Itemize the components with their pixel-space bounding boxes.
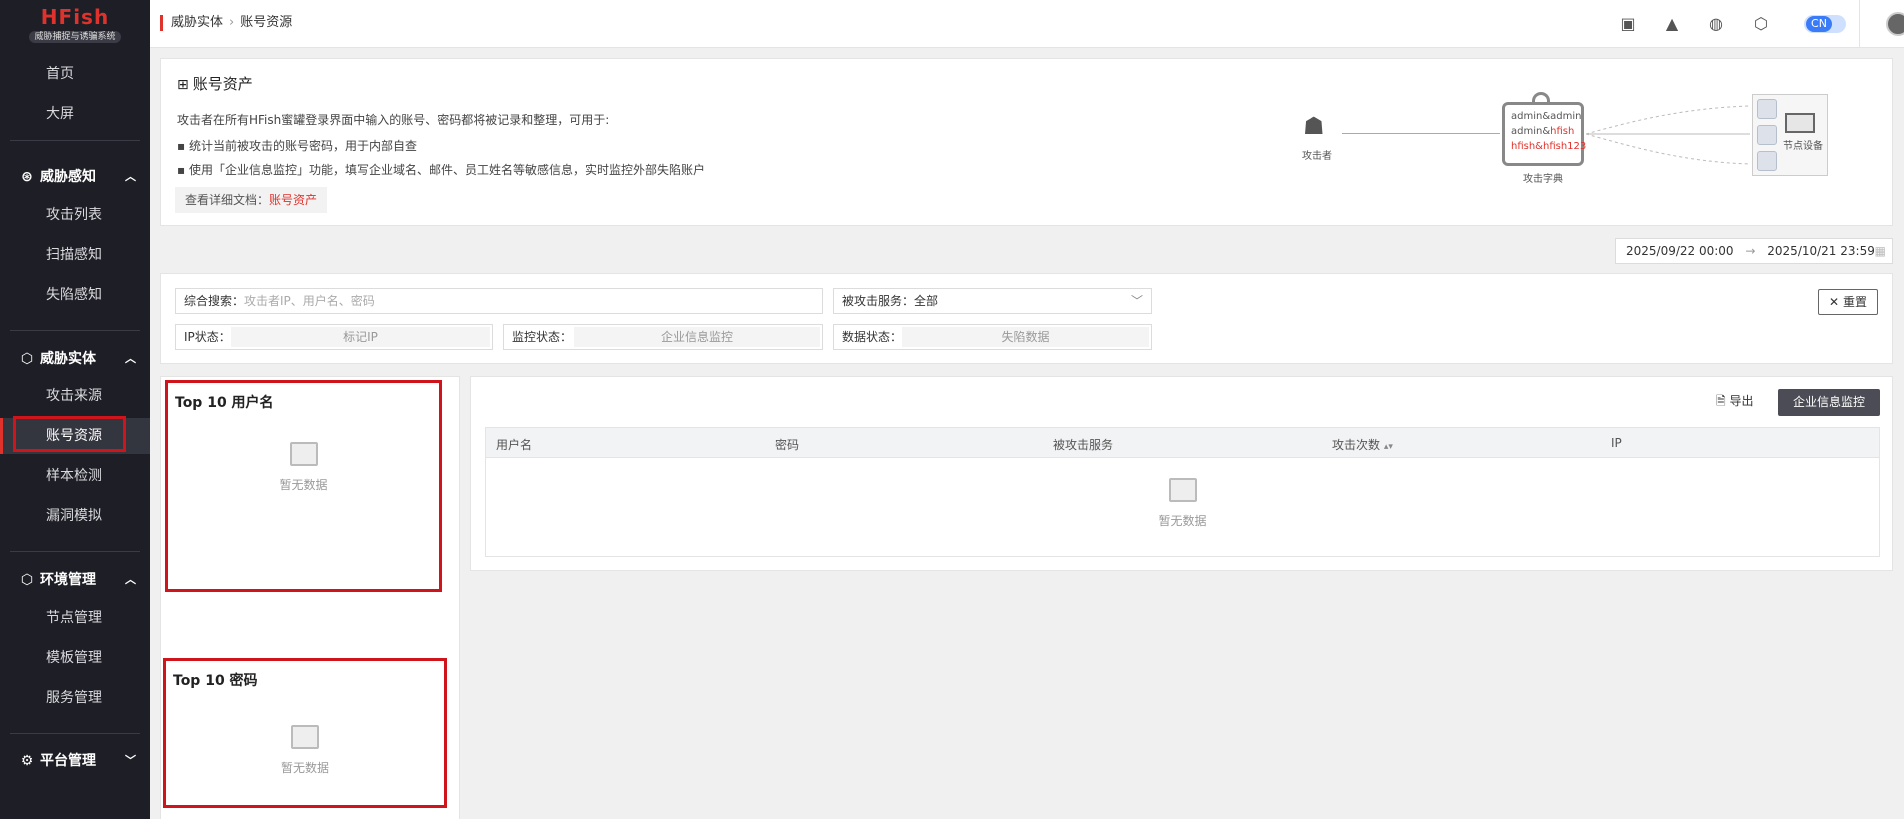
nav-group-threat-perception[interactable]: ⊛ 威胁感知 ︿ [0,159,150,195]
column-attack-count[interactable]: 攻击次数 ▴▾ [1332,436,1393,453]
highlight-box [165,380,442,592]
export-icon: 🗎 [1716,394,1726,408]
avatar[interactable] [1886,12,1904,36]
nav-attack-source[interactable]: 攻击来源 [0,378,150,414]
export-button[interactable]: 🗎 导出 [1716,392,1754,413]
filter-card [160,273,1893,364]
connection-line [1342,133,1500,134]
service-select-value: 全部 [914,294,939,308]
column-service: 被攻击服务 [1053,438,1114,452]
monitor-status-filter[interactable]: 监控状态： 企业信息监控 [503,324,823,350]
nav-group-threat-entity[interactable]: ⬡ 威胁实体 ︿ [0,341,150,377]
nav-sample-detection[interactable]: 样本检测 [0,458,150,494]
table-header: 用户名 密码 被攻击服务 攻击次数 ▴▾ IP [486,428,1879,458]
nav-group-env-management[interactable]: ⬡ 环境管理 ︿ [0,562,150,598]
chevron-up-icon: ︿ [125,352,136,365]
attacker-icon: ☗ [1303,112,1325,140]
intro-title: ⊞ 账号资产 [177,75,253,93]
date-arrow: → [1745,244,1756,258]
wechat-icon[interactable]: ◍ [1705,13,1727,35]
nav-service-management[interactable]: 服务管理 [0,680,150,716]
divider [1859,0,1860,48]
divider [10,140,140,141]
doc-link[interactable]: 账号资产 [269,193,317,207]
search-input[interactable]: 综合搜索：攻击者IP、用户名、密码 [175,288,823,314]
account-table: 用户名 密码 被攻击服务 攻击次数 ▴▾ IP 暂无数据 [485,427,1880,557]
attacker-label: 攻击者 [1302,151,1332,162]
highlight-box [163,658,447,808]
doc-link-box: 查看详细文档：账号资产 [175,187,328,213]
shield-icon: ⬡ [20,572,34,588]
account-assets-icon: ⊞ [177,77,189,93]
node-device-group: 节点设备 [1752,94,1828,176]
nav-vuln-simulation[interactable]: 漏洞模拟 [0,498,150,534]
calendar-icon[interactable]: ▦ [1875,239,1886,263]
nav-attack-list[interactable]: 攻击列表 [0,197,150,233]
highlight-box [13,416,126,452]
hexagon-icon[interactable]: ⬡ [1750,13,1772,35]
node-label: 节点设备 [1783,141,1823,152]
intro-bullet: ▪ 统计当前被攻击的账号密码，用于内部自查 [177,139,417,153]
shield-icon: ⬡ [20,351,34,367]
node-icon [1757,125,1777,145]
chevron-down-icon: ﹀ [125,754,136,767]
nav-node-management[interactable]: 节点管理 [0,600,150,636]
language-toggle[interactable]: CN [1804,15,1846,33]
date-start[interactable]: 2025/09/22 00:00 [1626,244,1734,258]
monitor-icon [1785,113,1815,133]
chevron-up-icon: ︿ [125,170,136,183]
logo[interactable]: HFish 威胁捕捉与诱骗系统 [0,0,150,48]
attack-dictionary: admin&admin admin&hfish hfish&hfish123 [1502,102,1586,166]
connection-arrows [1586,105,1751,165]
dictionary-label: 攻击字典 [1523,174,1563,185]
breadcrumb-parent[interactable]: 威胁实体 [171,15,223,30]
date-range-picker[interactable]: 2025/09/22 00:00 → 2025/10/21 23:59 ▦ [1615,238,1893,264]
breadcrumb: 威胁实体 › 账号资源 [160,15,292,31]
empty-state: 暂无数据 [486,478,1879,529]
nav-screen[interactable]: 大屏 [0,96,150,132]
nav-compromise-perception[interactable]: 失陷感知 [0,277,150,313]
close-icon: ✕ [1829,295,1840,309]
sidebar: HFish 威胁捕捉与诱骗系统 首页 大屏 ⊛ 威胁感知 ︿ 攻击列表 扫描感知 失… [0,0,150,819]
reset-button[interactable]: ✕ 重置 [1818,289,1878,315]
breadcrumb-current: 账号资源 [240,15,293,30]
book-icon[interactable]: ▣ [1617,13,1639,35]
monitor-status-value[interactable]: 企业信息监控 [574,327,820,347]
intro-bullet: ▪ 使用「企业信息监控」功能，填写企业域名、邮件、员工姓名等敏感信息，实时监控外… [177,163,705,177]
column-username: 用户名 [496,438,533,452]
column-password: 密码 [775,438,800,452]
language-toggle-label: CN [1806,16,1832,32]
intro-description: 攻击者在所有HFish蜜罐登录界面中输入的账号、密码都将被记录和整理，可用于: [177,113,610,127]
logo-tagline: 威胁捕捉与诱骗系统 [29,31,121,43]
enterprise-monitor-button[interactable]: 企业信息监控 [1778,389,1880,416]
nav-template-management[interactable]: 模板管理 [0,640,150,676]
rocket-icon[interactable]: ▲ [1661,13,1683,35]
divider [10,330,140,331]
breadcrumb-separator: › [229,15,235,30]
ip-status-value[interactable]: 标记IP [231,327,490,347]
chevron-down-icon: ﹀ [1130,294,1143,308]
date-end[interactable]: 2025/10/21 23:59 [1767,244,1875,258]
search-placeholder: 攻击者IP、用户名、密码 [244,294,375,308]
topbar: 威胁实体 › 账号资源 ▣ ▲ ◍ ⬡ CN [150,0,1904,48]
radar-icon: ⊛ [21,169,33,185]
doc-label: 查看详细文档： [185,193,270,207]
nav-home[interactable]: 首页 [0,56,150,92]
node-icon [1757,151,1777,171]
divider [10,733,140,734]
sort-icon[interactable]: ▴▾ [1384,442,1393,452]
data-status-filter[interactable]: 数据状态： 失陷数据 [833,324,1152,350]
data-status-value[interactable]: 失陷数据 [902,327,1149,347]
nav-group-platform-management[interactable]: ⚙ 平台管理 ﹀ [0,743,150,779]
node-icon [1757,99,1777,119]
nav-scan-perception[interactable]: 扫描感知 [0,237,150,273]
empty-icon [1168,478,1197,502]
gear-icon: ⚙ [20,753,34,769]
service-select[interactable]: 被攻击服务：全部 ﹀ [833,288,1152,314]
ip-status-filter[interactable]: IP状态： 标记IP [175,324,493,350]
column-ip: IP [1611,436,1622,450]
chevron-up-icon: ︿ [125,573,136,586]
logo-text: HFish [40,5,110,29]
divider [10,551,140,552]
